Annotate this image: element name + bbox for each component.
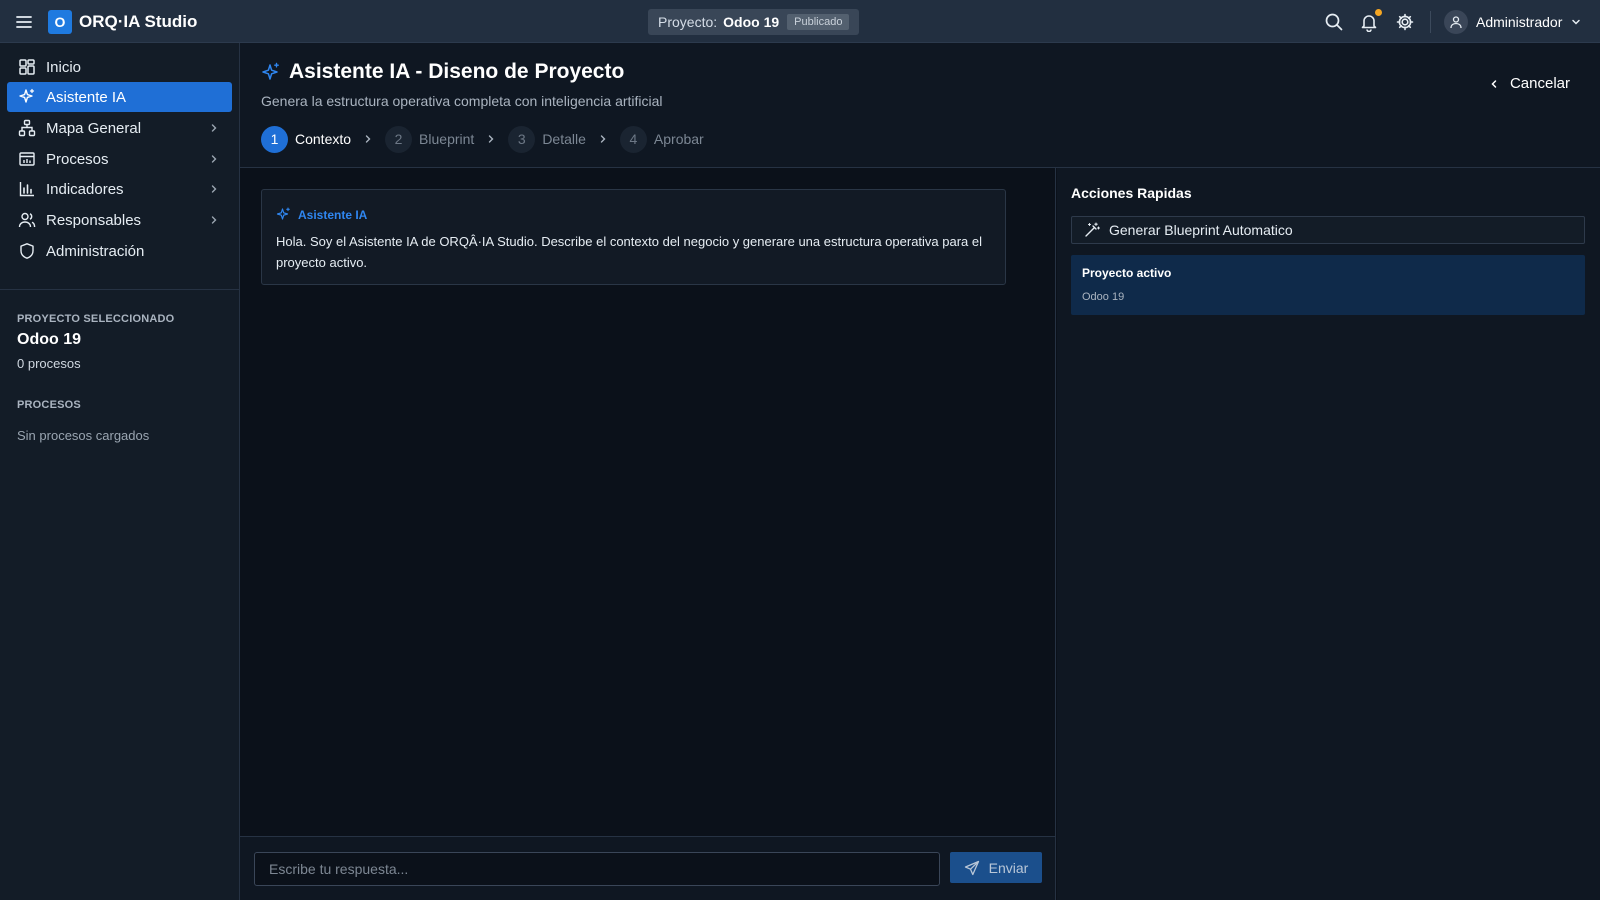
selected-project-name: Odoo 19 xyxy=(17,331,82,348)
sidebar-divider xyxy=(0,289,240,290)
step-label: Aprobar xyxy=(653,131,704,147)
step-label: Detalle xyxy=(542,131,586,147)
status-badge: Publicado xyxy=(787,14,850,30)
sidebar-item-asistente-ia[interactable]: Asistente IA xyxy=(7,82,232,112)
chevron-left-icon xyxy=(1491,79,1497,88)
step-label: Contexto xyxy=(295,131,352,147)
step-number: 3 xyxy=(508,125,536,153)
processes-empty-text: Sin procesos cargados xyxy=(17,428,150,443)
message-header: Asistente IA xyxy=(276,207,367,222)
sidebar-item-inicio[interactable]: Inicio xyxy=(7,52,232,82)
topbar-divider xyxy=(1430,11,1431,33)
page-title-row: Asistente IA - Diseno de Proyecto xyxy=(261,60,624,84)
search-icon[interactable] xyxy=(1324,12,1344,32)
message-text: Hola. Soy el Asistente IA de ORQÂ·IA Stu… xyxy=(276,234,983,270)
chevron-right-icon xyxy=(600,135,606,143)
assistant-message: Asistente IA Hola. Soy el Asistente IA d… xyxy=(261,189,1006,285)
wizard-steps: 1 Contexto 2 Blueprint 3 Detalle 4 Aprob… xyxy=(261,125,704,153)
quick-actions-title: Acciones Rapidas xyxy=(1071,185,1192,201)
hamburger-menu-icon[interactable] xyxy=(14,12,34,32)
chevron-right-icon xyxy=(211,155,217,163)
sidebar-item-label: Administración xyxy=(46,242,145,260)
step-number: 4 xyxy=(619,125,647,153)
chevron-right-icon xyxy=(211,216,217,224)
sidebar: Inicio Asistente IA Mapa General Proceso… xyxy=(0,43,240,900)
reply-input[interactable] xyxy=(254,852,940,886)
top-bar: O ORQ·IA Studio Proyecto: Odoo 19 Public… xyxy=(0,0,1600,43)
processes-label: PROCESOS xyxy=(17,399,81,411)
notification-dot xyxy=(1375,9,1382,16)
page-header: Asistente IA - Diseno de Proyecto Genera… xyxy=(240,43,1600,168)
sidebar-item-label: Responsables xyxy=(46,211,142,229)
step-number: 2 xyxy=(385,125,413,153)
chevron-right-icon xyxy=(489,135,494,143)
selected-project-count: 0 procesos xyxy=(17,356,81,371)
grid-icon xyxy=(19,59,35,75)
sidebar-item-label: Inicio xyxy=(46,58,82,76)
sparkles-icon xyxy=(276,207,290,220)
sparkles-icon xyxy=(262,62,279,80)
sidebar-item-label: Asistente IA xyxy=(46,88,127,106)
page-subtitle: Genera la estructura operativa completa … xyxy=(261,93,663,109)
send-icon xyxy=(964,860,979,875)
user-name: Administrador xyxy=(1476,14,1563,30)
step-contexto[interactable]: 1 Contexto xyxy=(261,125,352,153)
sidebar-item-procesos[interactable]: Procesos xyxy=(7,144,232,174)
quick-actions-panel: Acciones Rapidas Generar Blueprint Autom… xyxy=(1057,168,1600,900)
app-logo[interactable]: O xyxy=(48,10,72,34)
step-label: Blueprint xyxy=(419,131,475,147)
sparkles-icon xyxy=(19,88,35,103)
bar-chart-icon xyxy=(19,182,34,197)
cancel-label: Cancelar xyxy=(1509,75,1570,92)
generate-blueprint-button[interactable]: Generar Blueprint Automatico xyxy=(1071,216,1585,244)
sidebar-item-indicadores[interactable]: Indicadores xyxy=(7,174,232,204)
chat-input-bar: Enviar xyxy=(240,836,1056,900)
sidebar-item-administracion[interactable]: Administración xyxy=(7,236,232,266)
selected-project-label: PROYECTO SELECCIONADO xyxy=(17,313,175,325)
send-button[interactable]: Enviar xyxy=(950,852,1042,883)
step-detalle[interactable]: 3 Detalle xyxy=(508,125,586,153)
sidebar-item-label: Mapa General xyxy=(46,119,142,137)
chevron-right-icon xyxy=(365,135,371,143)
sidebar-item-label: Indicadores xyxy=(46,180,124,198)
magic-wand-icon xyxy=(1085,222,1100,237)
project-label: Proyecto: xyxy=(658,14,718,30)
step-number: 1 xyxy=(261,125,288,153)
active-project-label: Proyecto activo xyxy=(1082,266,1172,280)
shield-icon xyxy=(20,243,34,259)
users-icon xyxy=(18,212,36,228)
project-selector[interactable]: Proyecto: Odoo 19 Publicado xyxy=(648,9,860,35)
project-name: Odoo 19 xyxy=(723,14,780,30)
step-aprobar[interactable]: 4 Aprobar xyxy=(619,125,704,153)
page-title: Asistente IA - Diseno de Proyecto xyxy=(289,60,625,83)
user-icon xyxy=(1450,16,1462,29)
process-icon xyxy=(19,152,35,166)
chevron-right-icon xyxy=(211,185,217,193)
sidebar-item-label: Procesos xyxy=(46,150,109,168)
chevron-down-icon xyxy=(1572,19,1581,25)
gear-icon[interactable] xyxy=(1395,12,1415,32)
avatar xyxy=(1444,10,1468,34)
chevron-right-icon xyxy=(211,124,217,132)
sidebar-item-mapa-general[interactable]: Mapa General xyxy=(7,113,232,143)
chat-area[interactable]: Asistente IA Hola. Soy el Asistente IA d… xyxy=(240,168,1056,836)
active-project-card: Proyecto activo Odoo 19 xyxy=(1071,255,1585,315)
app-title[interactable]: ORQ·IA Studio xyxy=(79,12,197,32)
sidebar-item-responsables[interactable]: Responsables xyxy=(7,205,232,235)
message-author: Asistente IA xyxy=(298,207,368,222)
cancel-button[interactable]: Cancelar xyxy=(1488,75,1570,92)
send-label: Enviar xyxy=(988,859,1029,876)
active-project-value: Odoo 19 xyxy=(1082,291,1125,303)
generate-blueprint-label: Generar Blueprint Automatico xyxy=(1109,222,1293,238)
step-blueprint[interactable]: 2 Blueprint xyxy=(385,125,475,153)
sitemap-icon xyxy=(18,119,36,137)
user-menu[interactable]: Administrador xyxy=(1444,9,1582,35)
